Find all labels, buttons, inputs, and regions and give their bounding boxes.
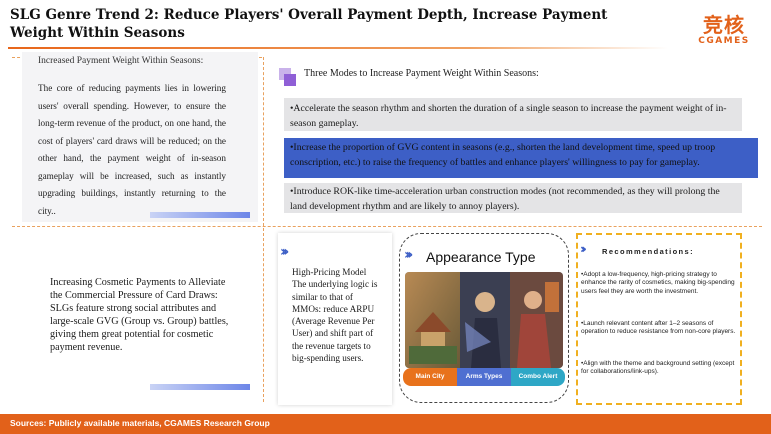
tab-arms-types: Arms Types <box>457 368 511 386</box>
accent-bar-bottom <box>150 384 250 390</box>
chevrons-icon: ››› <box>280 244 290 260</box>
logo-chinese-text: 竞核 <box>703 13 745 37</box>
tab-main-city: Main City <box>403 368 457 386</box>
high-pricing-text: High-Pricing Model The underlying logic … <box>292 267 378 364</box>
cosmetic-payments-text: Increasing Cosmetic Payments to Alleviat… <box>50 277 229 353</box>
mode-item-1: •Accelerate the season rhythm and shorte… <box>284 98 742 131</box>
tab-combo-alert: Combo Alert <box>511 368 565 386</box>
recommendation-item-1: •Adopt a low-frequency, high-pricing str… <box>581 271 735 295</box>
recommendation-item-2: •Launch relevant content after 1–2 seaso… <box>581 320 736 336</box>
game-artwork-image <box>405 272 563 368</box>
recommendations-card <box>576 233 742 405</box>
chevrons-icon: ››› <box>404 247 414 263</box>
footer-source: Sources: Publicly available materials, C… <box>10 418 270 428</box>
mode-item-2: •Increase the proportion of GVG content … <box>284 138 758 178</box>
cgames-logo: 竞核 CGAMES <box>690 14 758 46</box>
season-payment-body: The core of reducing payments lies in lo… <box>38 83 226 216</box>
appearance-tabs: Main City Arms Types Combo Alert <box>403 368 565 386</box>
chevrons-icon: ››› <box>580 242 587 256</box>
logo-english-text: CGAMES <box>698 36 750 46</box>
divider-vertical <box>263 57 264 402</box>
modes-heading: Three Modes to Increase Payment Weight W… <box>304 68 539 79</box>
recommendations-title: Recommendations: <box>602 247 694 256</box>
season-payment-heading: Increased Payment Weight Within Seasons: <box>38 56 204 66</box>
game-artwork-svg <box>405 272 563 368</box>
divider-middle <box>12 226 762 227</box>
page-title: SLG Genre Trend 2: Reduce Players' Overa… <box>10 7 608 41</box>
squares-icon-front <box>284 74 296 86</box>
accent-bar-top <box>150 212 250 218</box>
recommendation-item-3: •Align with the theme and background set… <box>581 360 735 376</box>
title-underline <box>8 47 668 49</box>
appearance-title: Appearance Type <box>426 249 536 265</box>
mode-item-3: •Introduce ROK-like time-acceleration ur… <box>284 183 742 213</box>
